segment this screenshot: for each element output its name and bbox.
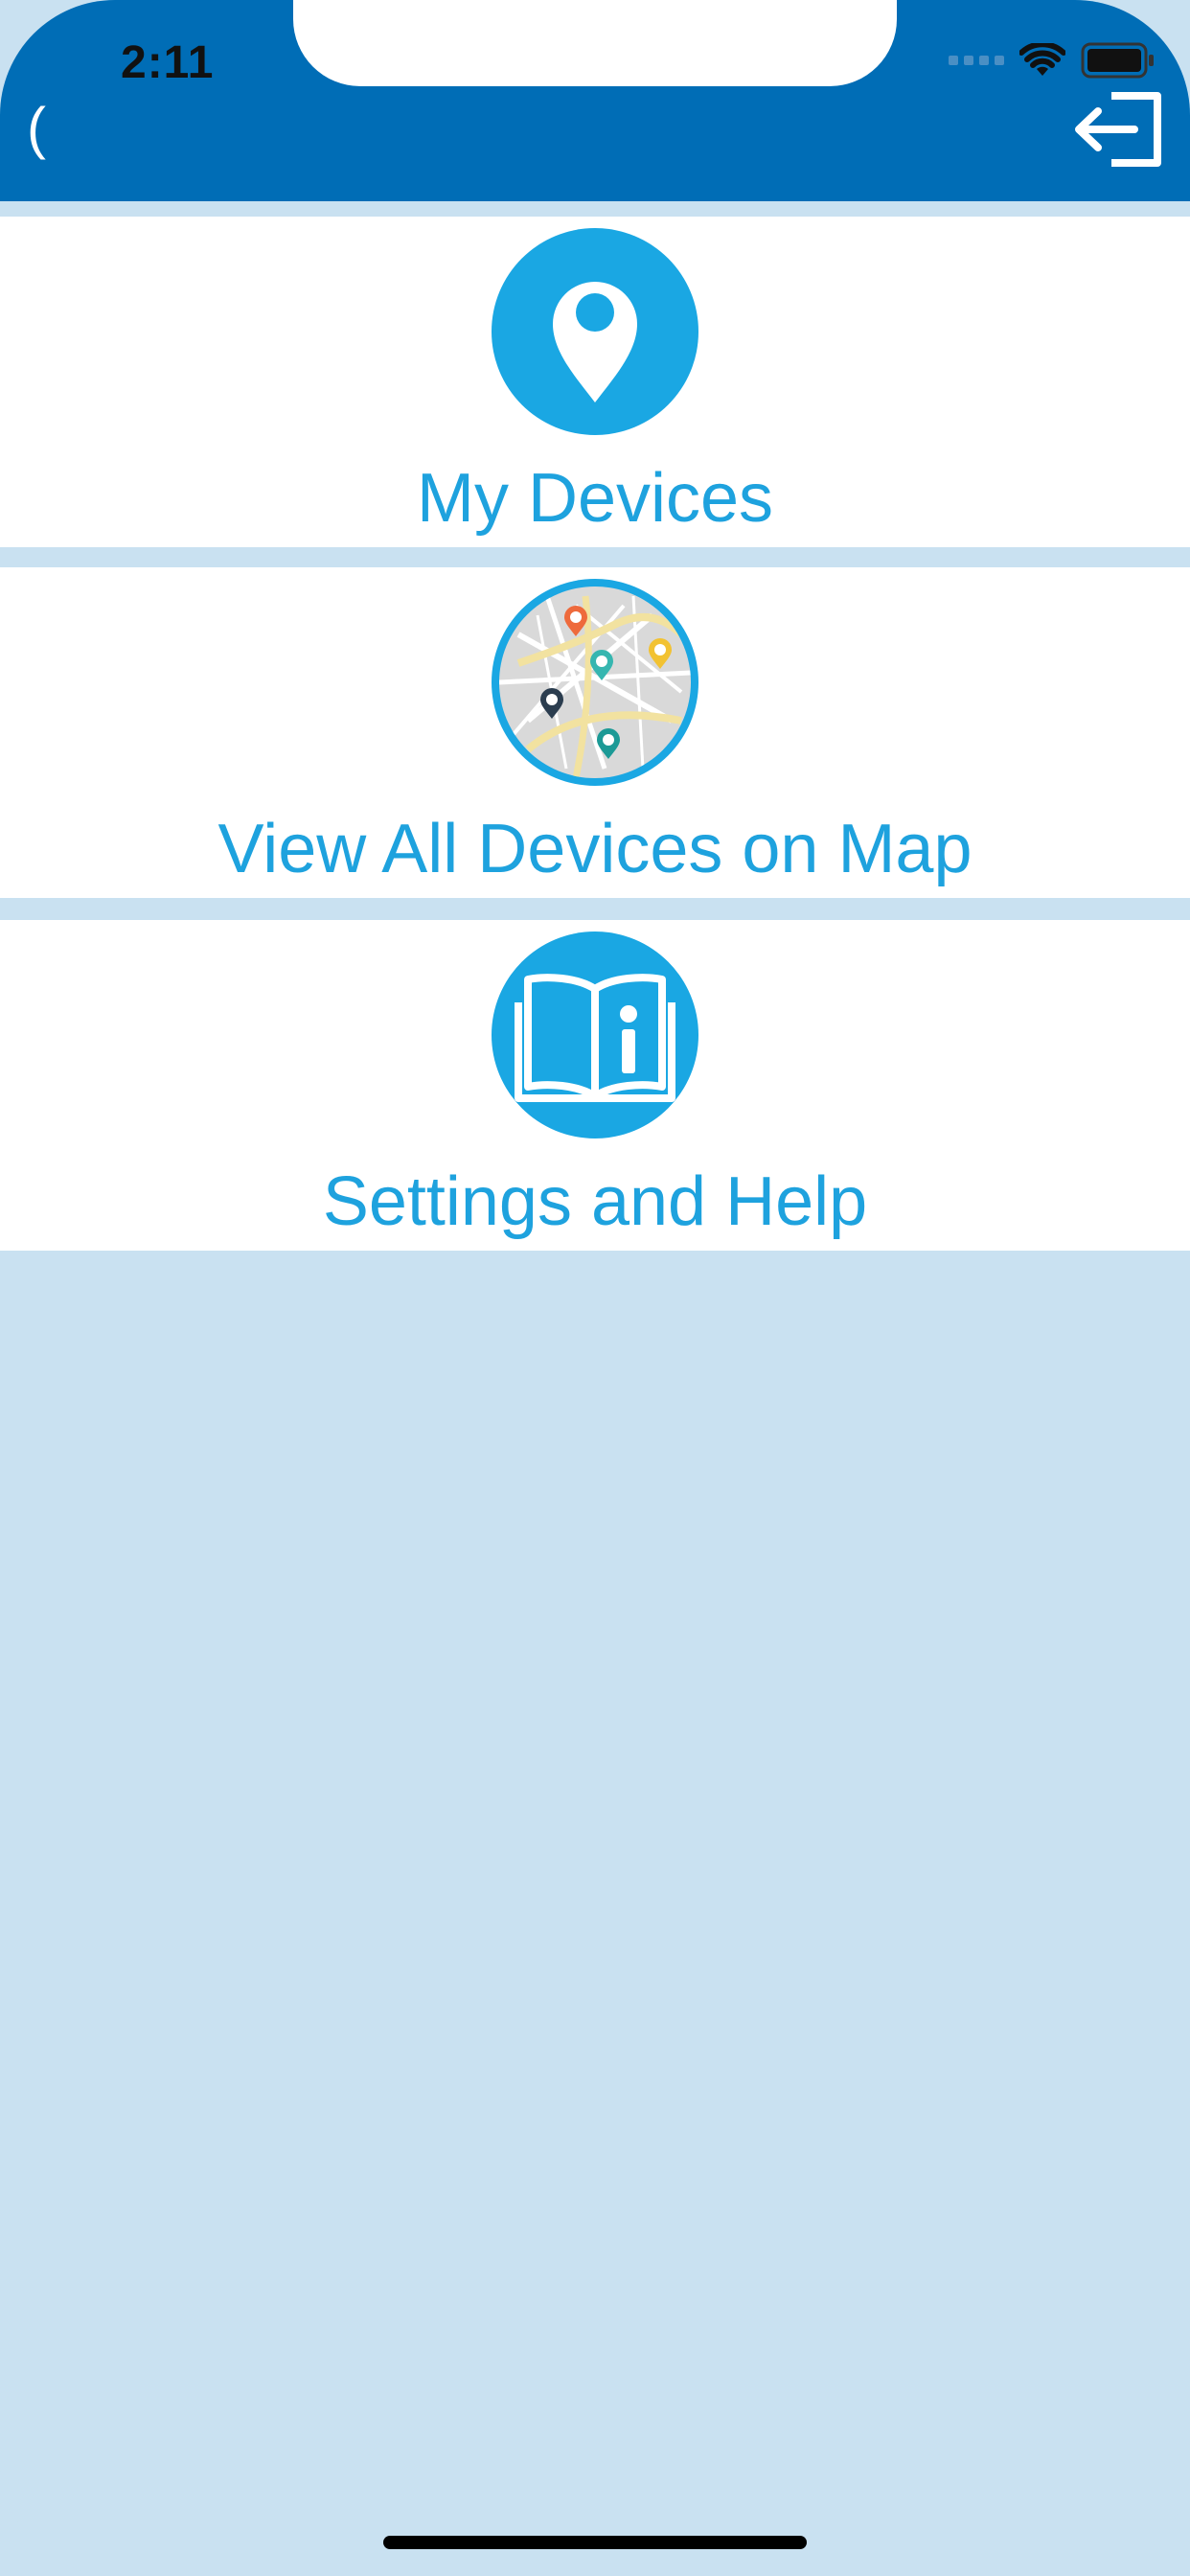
home-indicator[interactable] (383, 2536, 807, 2549)
app-screen: 2:11 (My Devices View All Devices on Ma… (0, 0, 1190, 2576)
status-icons (949, 42, 1156, 79)
status-time: 2:11 (121, 37, 215, 88)
wifi-icon (1019, 43, 1065, 76)
device-notch (293, 0, 897, 86)
menu-item-label: Settings and Help (322, 1163, 868, 1240)
menu-item-view-map[interactable]: View All Devices on Map (0, 567, 1190, 898)
info-book-icon (492, 932, 698, 1138)
location-pin-icon (492, 228, 698, 435)
menu-item-settings-help[interactable]: Settings and Help (0, 920, 1190, 1251)
battery-icon (1081, 42, 1154, 79)
menu-item-label: View All Devices on Map (217, 811, 973, 887)
map-icon (492, 579, 698, 786)
logout-icon[interactable] (1071, 88, 1167, 171)
signal-dots-icon (949, 56, 1004, 65)
menu-item-label: My Devices (416, 460, 774, 537)
menu-item-my-devices[interactable]: My Devices (0, 217, 1190, 547)
back-button[interactable]: ( (27, 100, 46, 157)
header-bar: 2:11 ( (0, 0, 1190, 201)
